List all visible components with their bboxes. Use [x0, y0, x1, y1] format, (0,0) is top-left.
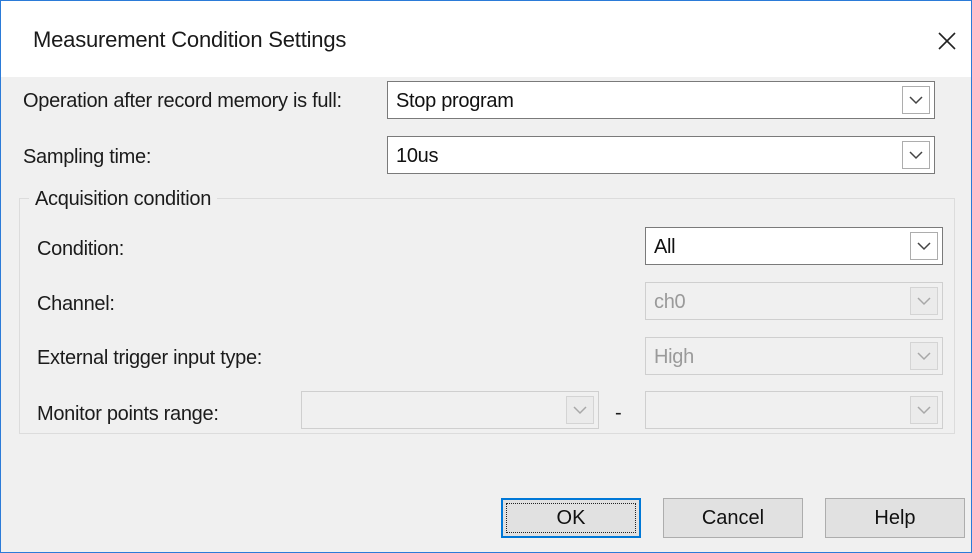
- measurement-condition-dialog: Measurement Condition Settings Operation…: [0, 0, 972, 553]
- sampling-time-select-value: 10us: [396, 145, 439, 167]
- close-icon: [938, 32, 956, 50]
- condition-select-value: All: [654, 236, 676, 258]
- trigger-type-dropdown-button[interactable]: [910, 342, 938, 370]
- monitor-range-label: Monitor points range:: [37, 403, 219, 425]
- chevron-down-icon: [917, 406, 931, 415]
- help-button[interactable]: Help: [825, 498, 965, 538]
- monitor-range-to-dropdown-button[interactable]: [910, 396, 938, 424]
- operation-label: Operation after record memory is full:: [23, 90, 342, 112]
- channel-select-value: ch0: [654, 291, 686, 313]
- channel-dropdown-button[interactable]: [910, 287, 938, 315]
- condition-dropdown-button[interactable]: [910, 232, 938, 260]
- monitor-range-from-select[interactable]: [301, 391, 599, 429]
- monitor-range-from-dropdown-button[interactable]: [566, 396, 594, 424]
- ok-button[interactable]: OK: [501, 498, 641, 538]
- chevron-down-icon: [909, 96, 923, 105]
- trigger-type-select-value: High: [654, 346, 694, 368]
- cancel-button[interactable]: Cancel: [663, 498, 803, 538]
- chevron-down-icon: [917, 297, 931, 306]
- operation-dropdown-button[interactable]: [902, 86, 930, 114]
- channel-label: Channel:: [37, 293, 115, 315]
- dialog-title: Measurement Condition Settings: [33, 27, 347, 52]
- trigger-type-select[interactable]: High: [645, 337, 943, 375]
- range-separator: -: [615, 402, 622, 424]
- chevron-down-icon: [909, 151, 923, 160]
- monitor-range-to-select[interactable]: [645, 391, 943, 429]
- condition-select[interactable]: All: [645, 227, 943, 265]
- acquisition-group-title: Acquisition condition: [29, 188, 218, 211]
- chevron-down-icon: [573, 406, 587, 415]
- close-button[interactable]: [929, 23, 965, 59]
- help-button-label: Help: [874, 506, 916, 529]
- operation-select-value: Stop program: [396, 90, 514, 112]
- cancel-button-label: Cancel: [701, 506, 765, 529]
- channel-select[interactable]: ch0: [645, 282, 943, 320]
- trigger-type-label: External trigger input type:: [37, 347, 263, 369]
- chevron-down-icon: [917, 242, 931, 251]
- title-bar[interactable]: Measurement Condition Settings: [1, 1, 971, 77]
- sampling-time-select[interactable]: 10us: [387, 136, 935, 174]
- sampling-time-dropdown-button[interactable]: [902, 141, 930, 169]
- chevron-down-icon: [917, 352, 931, 361]
- ok-button-label: OK: [556, 506, 586, 529]
- operation-select[interactable]: Stop program: [387, 81, 935, 119]
- condition-label: Condition:: [37, 238, 125, 260]
- sampling-time-label: Sampling time:: [23, 146, 152, 168]
